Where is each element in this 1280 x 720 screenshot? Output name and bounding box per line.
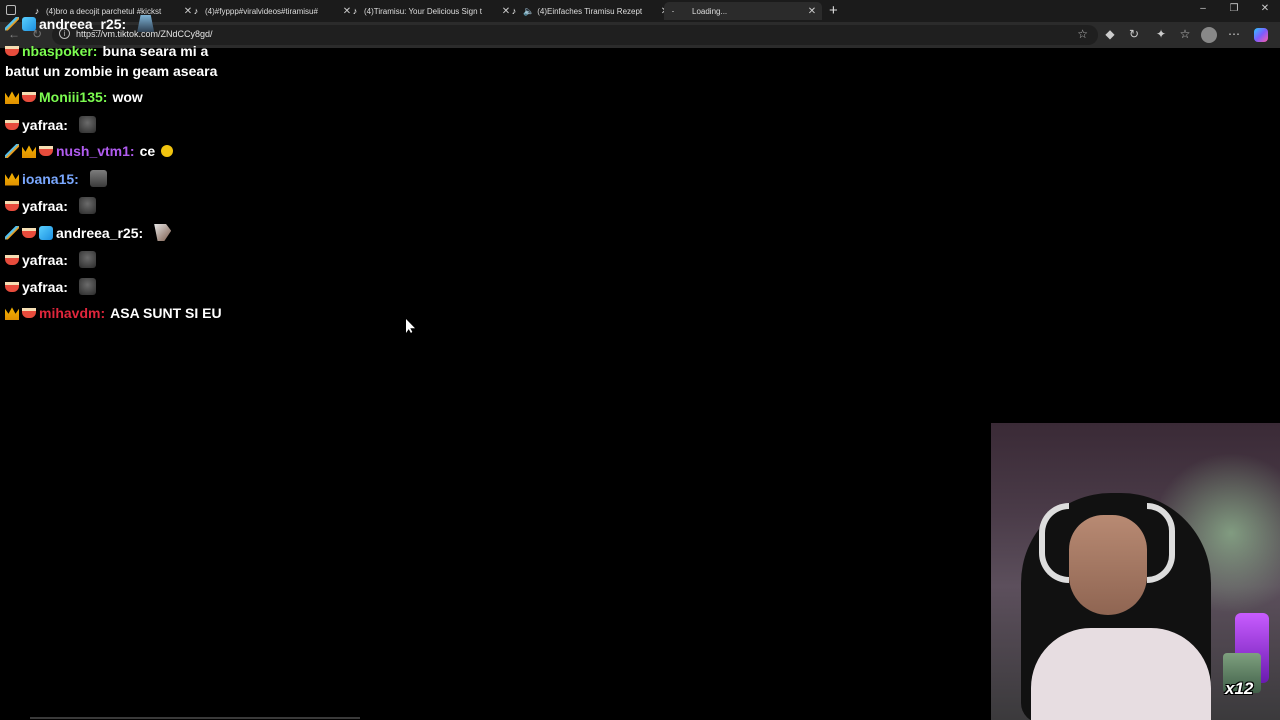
extensions-puzzle-icon[interactable]: ✦ [1153, 27, 1169, 41]
profile-avatar[interactable] [1201, 27, 1217, 43]
tab-actions-icon[interactable] [6, 5, 16, 15]
chat-emote-icon [78, 278, 96, 295]
browser-tab-strip: ♪ (4)bro a decojit parchetul #kickst ✕ ♪… [0, 0, 1280, 22]
chat-username[interactable]: yafraa: [22, 198, 68, 214]
address-bar[interactable]: i https://vm.tiktok.com/ZNdCCy8gd/ ☆ [52, 25, 1098, 45]
mouse-cursor-icon [406, 319, 415, 333]
chat-message: yafraa: [5, 116, 96, 133]
chat-emote-icon [78, 251, 96, 268]
chat-username[interactable]: yafraa: [22, 117, 68, 133]
tab-title: (4)Einfaches Tiramisu Rezept [537, 6, 643, 16]
chat-message: nbaspoker: buna seara mi a [5, 43, 208, 59]
favorites-icon[interactable]: ☆ [1177, 27, 1193, 41]
chat-emote-icon [89, 170, 107, 187]
tiktok-icon: ♪ [511, 6, 517, 16]
sword-badge-icon [5, 225, 19, 240]
tab-title: Loading... [692, 6, 728, 16]
chat-message: yafraa: [5, 251, 96, 268]
chat-emote-icon [78, 116, 96, 133]
chat-emote-icon [137, 15, 155, 32]
crown-badge-icon [5, 91, 19, 104]
chat-message: nush_vtm1: ce [5, 143, 174, 159]
chat-message: yafraa: [5, 278, 96, 295]
restore-button[interactable]: ❐ [1224, 3, 1244, 14]
minimize-button[interactable]: – [1193, 3, 1213, 14]
tab-5[interactable]: · Loading... ✕ [664, 2, 822, 20]
chat-emote-icon [154, 224, 172, 241]
chat-username[interactable]: andreea_r25: [39, 16, 126, 32]
sword-badge-icon [5, 144, 19, 158]
tab-3[interactable]: ♪ (4)Tiramisu: Your Delicious Sign t ✕ [346, 2, 516, 20]
more-menu-icon[interactable]: ⋯ [1226, 27, 1242, 41]
streamer-shirt [1031, 628, 1211, 720]
speaker-icon[interactable]: 🔈 [523, 6, 534, 17]
tab-4[interactable]: ♪ 🔈 (4)Einfaches Tiramisu Rezept ✕ [505, 2, 675, 20]
gift-multiplier: x12 [1225, 679, 1254, 698]
cup-badge-icon [5, 200, 19, 211]
chat-text: ce [139, 143, 156, 159]
cup-badge-icon [22, 227, 36, 238]
chat-username[interactable]: nush_vtm1: [56, 143, 135, 159]
copilot-icon[interactable] [1254, 28, 1268, 42]
chat-text: ASA SUNT SI EU [110, 305, 222, 321]
chat-username[interactable]: andreea_r25: [56, 225, 143, 241]
tab-2[interactable]: ♪ (4)#fyppp#viralvideos#tiramisu# ✕ [187, 2, 357, 20]
cup-badge-icon [5, 46, 19, 56]
chat-message: Moniii135: wow [5, 89, 143, 105]
chat-message: batut un zombie in geam aseara [5, 63, 217, 79]
close-window-button[interactable]: ✕ [1255, 3, 1275, 14]
crown-badge-icon [22, 145, 36, 158]
cube-badge-icon [22, 16, 36, 31]
chat-text: batut un zombie in geam aseara [5, 63, 218, 79]
tiktok-icon: ♪ [193, 6, 199, 16]
favorite-star-icon[interactable]: ☆ [1077, 27, 1088, 41]
chat-text: buna seara mi a [102, 43, 209, 59]
sword-badge-icon [5, 16, 19, 31]
cube-badge-icon [39, 225, 53, 240]
tiktok-icon: ♪ [352, 6, 358, 16]
extension-diamond-icon[interactable]: ◆ [1102, 27, 1118, 41]
cup-badge-icon [22, 92, 36, 102]
chat-message: andreea_r25: [5, 15, 155, 32]
chat-emote-icon [161, 145, 174, 157]
chat-username[interactable]: yafraa: [22, 279, 68, 295]
streamer-face [1069, 515, 1147, 615]
chat-username[interactable]: nbaspoker: [22, 43, 97, 59]
taskbar-edge [30, 717, 360, 719]
tab-title: (4)Tiramisu: Your Delicious Sign t [364, 6, 482, 16]
cup-badge-icon [5, 119, 19, 130]
chat-text: wow [112, 89, 143, 105]
close-tab-icon[interactable]: ✕ [806, 6, 818, 17]
cup-badge-icon [5, 281, 19, 292]
refresh-extension-icon[interactable]: ↻ [1126, 27, 1142, 41]
crown-badge-icon [5, 307, 19, 320]
cup-badge-icon [5, 254, 19, 265]
chat-message: mihavdm: ASA SUNT SI EU [5, 305, 222, 321]
chat-username[interactable]: ioana15: [22, 171, 79, 187]
tab-title: (4)#fyppp#viralvideos#tiramisu# [205, 6, 318, 16]
cup-badge-icon [39, 146, 53, 156]
chat-username[interactable]: mihavdm: [39, 305, 105, 321]
webcam-feed: x12 [991, 423, 1280, 720]
chat-username[interactable]: Moniii135: [39, 89, 107, 105]
chat-message: ioana15: [5, 170, 107, 187]
cup-badge-icon [22, 308, 36, 318]
chat-message: yafraa: [5, 197, 96, 214]
chat-message: andreea_r25: [5, 224, 172, 241]
crown-badge-icon [5, 172, 19, 186]
chat-emote-icon [78, 197, 96, 214]
new-tab-button[interactable]: + [829, 2, 838, 19]
loading-icon: · [671, 6, 675, 16]
chat-username[interactable]: yafraa: [22, 252, 68, 268]
